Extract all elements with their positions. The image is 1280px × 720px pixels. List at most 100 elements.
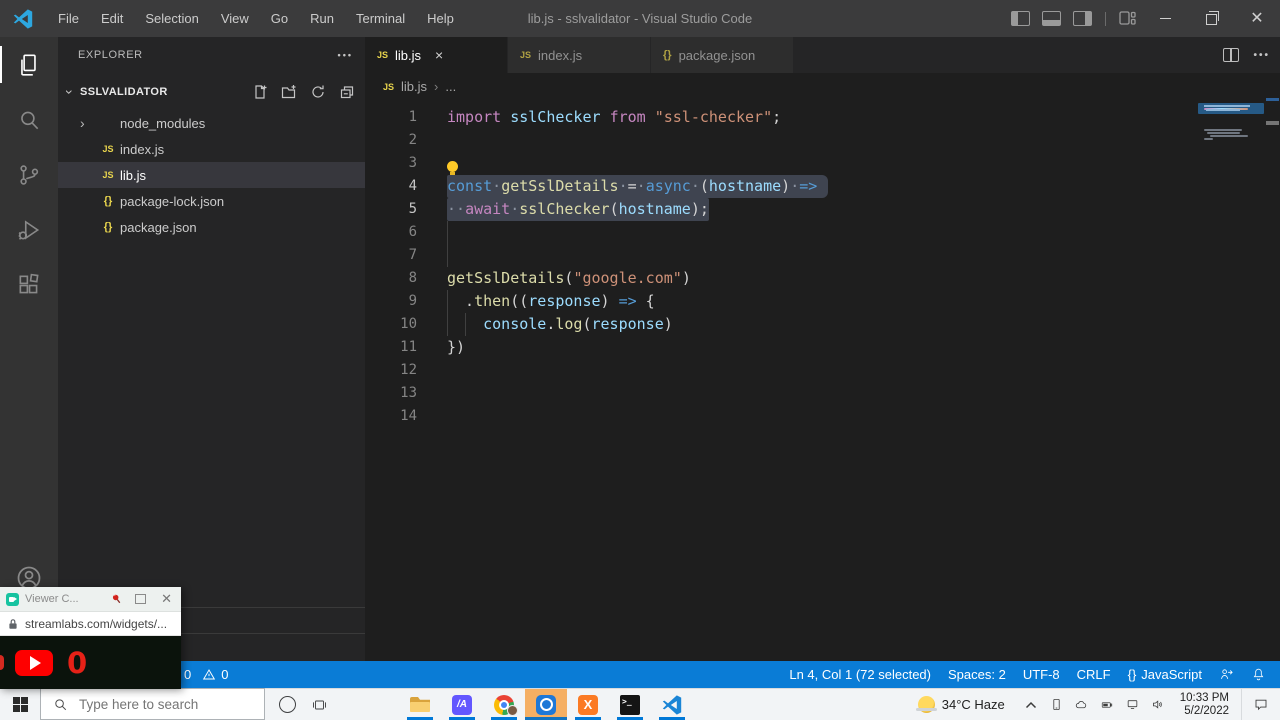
- explorer-icon[interactable]: [0, 37, 58, 92]
- minimap[interactable]: [1198, 103, 1264, 233]
- menu-run[interactable]: Run: [299, 11, 345, 26]
- taskbar-search[interactable]: [40, 688, 265, 720]
- search-icon[interactable]: [0, 92, 58, 147]
- overlay-url[interactable]: streamlabs.com/widgets/...: [25, 617, 167, 631]
- overlay-maximize-icon[interactable]: [135, 594, 146, 604]
- toggle-sidebar-icon[interactable]: [1011, 11, 1030, 26]
- taskbar-file-explorer[interactable]: [399, 689, 441, 720]
- editor-more-actions-icon[interactable]: •••: [1253, 50, 1270, 61]
- encoding-setting[interactable]: UTF-8: [1023, 667, 1060, 682]
- onedrive-cloud-icon[interactable]: [1073, 698, 1089, 711]
- code-line[interactable]: 3: [365, 152, 1280, 175]
- split-editor-icon[interactable]: [1223, 48, 1239, 62]
- breadcrumb[interactable]: JS lib.js › ...: [365, 73, 1280, 100]
- taskbar-search-input[interactable]: [77, 696, 246, 713]
- line-number[interactable]: 8: [365, 267, 417, 290]
- code-line[interactable]: 10 console.log(response): [365, 313, 1280, 336]
- code-line[interactable]: 2: [365, 129, 1280, 152]
- code-line[interactable]: 6: [365, 221, 1280, 244]
- action-center-button[interactable]: [1241, 689, 1280, 720]
- menu-view[interactable]: View: [210, 11, 260, 26]
- code-line[interactable]: 4const·getSslDetails·=·async·(hostname)·…: [365, 175, 1280, 198]
- code-line[interactable]: 5··await·sslChecker(hostname);: [365, 198, 1280, 221]
- line-number[interactable]: 10: [365, 313, 417, 336]
- code-line[interactable]: 1import sslChecker from "ssl-checker";: [365, 106, 1280, 129]
- code-line[interactable]: 9 .then((response) => {: [365, 290, 1280, 313]
- code-line[interactable]: 12: [365, 359, 1280, 382]
- language-mode[interactable]: {} JavaScript: [1128, 667, 1202, 682]
- folder-section-header[interactable]: › SSLVALIDATOR: [58, 80, 365, 104]
- extensions-icon[interactable]: [0, 257, 58, 312]
- phone-link-icon[interactable]: [1050, 697, 1063, 712]
- run-and-debug-icon[interactable]: [0, 202, 58, 257]
- toggle-panel-icon[interactable]: [1042, 11, 1061, 26]
- customize-layout-icon[interactable]: [1119, 11, 1136, 26]
- menu-help[interactable]: Help: [416, 11, 465, 26]
- start-button[interactable]: [0, 689, 40, 720]
- new-file-icon[interactable]: [252, 84, 268, 100]
- toggle-secondary-sidebar-icon[interactable]: [1073, 11, 1092, 26]
- taskbar-xampp[interactable]: X: [567, 689, 609, 720]
- task-view-button[interactable]: [303, 689, 335, 720]
- menu-edit[interactable]: Edit: [90, 11, 134, 26]
- line-number[interactable]: 5: [365, 198, 417, 221]
- file-node_modules[interactable]: ›node_modules: [58, 110, 365, 136]
- line-number[interactable]: 14: [365, 405, 417, 428]
- line-number[interactable]: 12: [365, 359, 417, 382]
- tab-lib.js[interactable]: JSlib.js×: [365, 37, 508, 73]
- menu-terminal[interactable]: Terminal: [345, 11, 416, 26]
- line-number[interactable]: 9: [365, 290, 417, 313]
- indentation-setting[interactable]: Spaces: 2: [948, 667, 1006, 682]
- weather-widget[interactable]: 34°C Haze: [918, 696, 1005, 713]
- notifications-bell-icon[interactable]: [1251, 667, 1266, 682]
- eol-setting[interactable]: CRLF: [1077, 667, 1111, 682]
- tray-expand-icon[interactable]: [1025, 701, 1037, 709]
- file-index.js[interactable]: JSindex.js: [58, 136, 365, 162]
- battery-icon[interactable]: [1099, 699, 1115, 711]
- code-line[interactable]: 8getSslDetails("google.com"): [365, 267, 1280, 290]
- overlay-title-bar[interactable]: Viewer C... ✕: [0, 587, 181, 612]
- minimize-button[interactable]: [1142, 0, 1188, 37]
- source-control-icon[interactable]: [0, 147, 58, 202]
- taskbar-terminal[interactable]: >_: [609, 689, 651, 720]
- explorer-more-actions-icon[interactable]: •••: [338, 50, 353, 60]
- code-line[interactable]: 13: [365, 382, 1280, 405]
- overlay-close-icon[interactable]: ✕: [161, 591, 172, 607]
- code-line[interactable]: 14: [365, 405, 1280, 428]
- line-number[interactable]: 13: [365, 382, 417, 405]
- file-package.json[interactable]: {}package.json: [58, 214, 365, 240]
- network-icon[interactable]: [1125, 698, 1140, 711]
- restore-button[interactable]: [1188, 0, 1234, 37]
- tab-index.js[interactable]: JSindex.js: [508, 37, 651, 73]
- code-line[interactable]: 11}): [365, 336, 1280, 359]
- new-folder-icon[interactable]: [281, 84, 297, 100]
- collapse-folders-icon[interactable]: [339, 84, 355, 100]
- close-button[interactable]: ✕: [1234, 0, 1280, 37]
- breadcrumb-file[interactable]: lib.js: [401, 79, 427, 94]
- tab-package.json[interactable]: {}package.json: [651, 37, 794, 73]
- cortana-button[interactable]: [272, 689, 302, 720]
- code-line[interactable]: 7: [365, 244, 1280, 267]
- refresh-explorer-icon[interactable]: [310, 84, 326, 100]
- line-number[interactable]: 2: [365, 129, 417, 152]
- taskbar-chrome[interactable]: [483, 689, 525, 720]
- file-package-lock.json[interactable]: {}package-lock.json: [58, 188, 365, 214]
- taskbar-clock[interactable]: 10:33 PM 5/2/2022: [1180, 692, 1229, 718]
- line-number[interactable]: 11: [365, 336, 417, 359]
- volume-icon[interactable]: [1150, 698, 1165, 711]
- code-editor[interactable]: 1import sslChecker from "ssl-checker";23…: [365, 104, 1280, 661]
- lightbulb-icon[interactable]: [447, 161, 458, 172]
- line-number[interactable]: 4: [365, 175, 417, 198]
- taskbar-purple-app[interactable]: /A: [441, 689, 483, 720]
- menu-selection[interactable]: Selection: [134, 11, 209, 26]
- feedback-icon[interactable]: [1219, 667, 1234, 682]
- line-number[interactable]: 1: [365, 106, 417, 129]
- line-number[interactable]: 6: [365, 221, 417, 244]
- line-number[interactable]: 7: [365, 244, 417, 267]
- menu-file[interactable]: File: [47, 11, 90, 26]
- file-lib.js[interactable]: JSlib.js: [58, 162, 365, 188]
- taskbar-streamlabs[interactable]: [525, 689, 567, 720]
- line-number[interactable]: 3: [365, 152, 417, 175]
- breadcrumb-symbol[interactable]: ...: [445, 79, 456, 94]
- taskbar-vscode[interactable]: [651, 689, 693, 720]
